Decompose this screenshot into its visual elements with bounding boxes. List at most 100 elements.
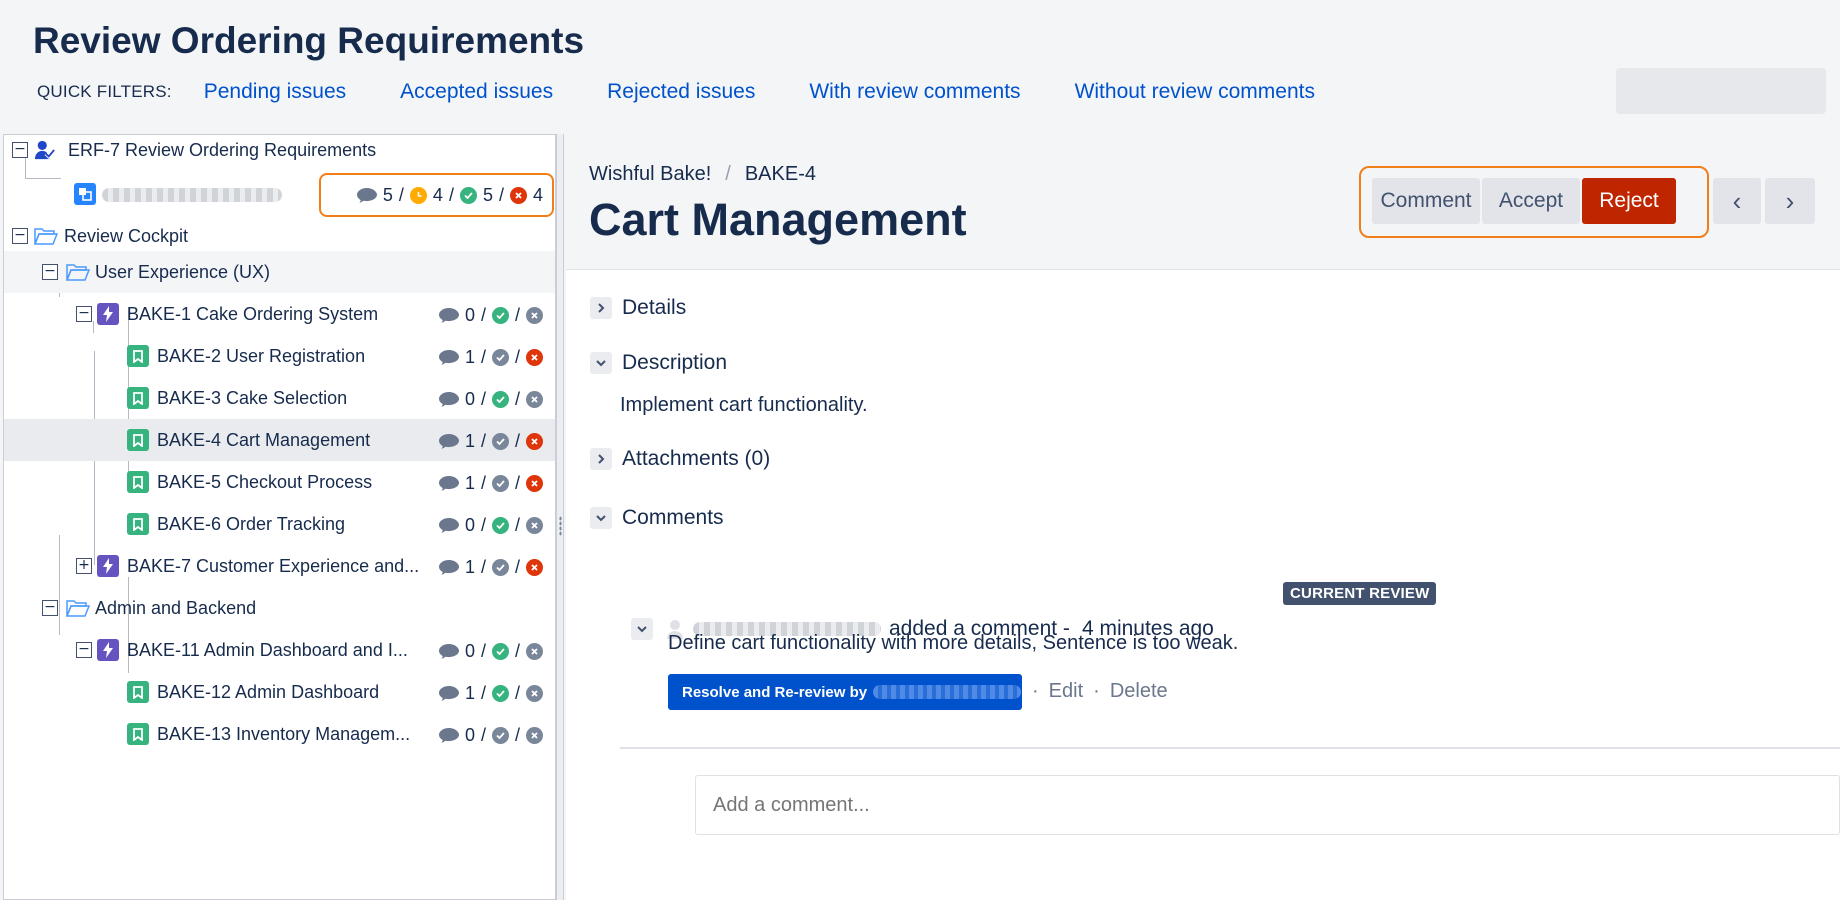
tree-item-bake-2[interactable]: BAKE-2 User Registration 1/ / (4, 335, 555, 377)
tree-item-bake-7[interactable]: + BAKE-7 Customer Experience and... 1/ / (4, 545, 555, 587)
accept-button[interactable]: Accept (1482, 178, 1580, 224)
breadcrumb-issue-key[interactable]: BAKE-4 (745, 163, 816, 186)
delete-comment-link[interactable]: Delete (1110, 680, 1168, 703)
collapse-icon[interactable]: − (76, 642, 92, 658)
add-comment-input[interactable] (695, 775, 1840, 835)
comment-icon (438, 434, 459, 449)
story-icon (127, 387, 149, 409)
expand-icon[interactable]: + (76, 558, 92, 574)
tree-item-label: BAKE-12 Admin Dashboard (157, 682, 380, 702)
tree-group-label: Admin and Backend (95, 598, 257, 618)
chevron-right-icon[interactable] (590, 297, 612, 319)
tree-item-bake-4[interactable]: BAKE-4 Cart Management 1/ / (4, 419, 555, 461)
tree-reviewer-row[interactable]: 5 / 4 / 5 / 4 (4, 173, 555, 217)
comment-icon (438, 728, 459, 743)
rejected-icon (526, 349, 543, 366)
breadcrumb-project[interactable]: Wishful Bake! (589, 163, 711, 186)
comment-icon (356, 188, 377, 203)
accepted-icon (459, 187, 477, 204)
tree-item-bake-12[interactable]: BAKE-12 Admin Dashboard 1/ / (4, 671, 555, 713)
tree-item-label: BAKE-11 Admin Dashboard and I... (127, 640, 408, 660)
folder-open-icon (66, 599, 90, 617)
tree-item-bake-11[interactable]: − BAKE-11 Admin Dashboard and I... 0/ / (4, 629, 555, 671)
rejected-icon (526, 559, 543, 576)
section-attachments-label: Attachments (0) (622, 447, 771, 470)
reject-inactive-icon (526, 727, 543, 744)
collapse-icon[interactable]: − (12, 228, 28, 244)
collapse-icon[interactable]: − (42, 264, 58, 280)
reject-inactive-icon (526, 643, 543, 660)
tree-item-label: BAKE-2 User Registration (157, 346, 366, 366)
section-description[interactable]: Description (590, 351, 727, 375)
story-icon (127, 681, 149, 703)
tree-group-row[interactable]: − Admin and Backend (4, 587, 555, 629)
comment-icon (438, 350, 459, 365)
divider (620, 747, 1840, 749)
filter-pending[interactable]: Pending issues (204, 80, 346, 104)
quick-filters: QUICK FILTERS: Pending issues Accepted i… (37, 80, 1369, 104)
accepted-icon (491, 391, 509, 408)
epic-icon (97, 639, 119, 661)
section-details[interactable]: Details (590, 296, 686, 320)
accepted-icon (491, 685, 509, 702)
section-comments[interactable]: Comments (590, 506, 724, 530)
reject-inactive-icon (526, 685, 543, 702)
tree-item-label: BAKE-1 Cake Ordering System (127, 304, 379, 324)
comment-icon (438, 476, 459, 491)
tree-root-row[interactable]: − ERF-7 Review Ordering Requirements (4, 135, 555, 171)
issue-header: Wishful Bake! / BAKE-4 Cart Management C… (566, 134, 1840, 270)
tree-item-label: BAKE-5 Checkout Process (157, 472, 373, 492)
collapse-icon[interactable]: − (42, 600, 58, 616)
item-stats: 1/ / (438, 683, 543, 704)
description-text: Implement cart functionality. (620, 394, 868, 416)
accept-inactive-icon (491, 475, 509, 492)
section-comments-label: Comments (622, 506, 724, 529)
tree-item-bake-5[interactable]: BAKE-5 Checkout Process 1/ / (4, 461, 555, 503)
filter-with-comments[interactable]: With review comments (809, 80, 1020, 104)
comment-icon (438, 560, 459, 575)
epic-icon (97, 303, 119, 325)
chevron-down-icon[interactable] (590, 352, 612, 374)
chevron-down-icon[interactable] (631, 618, 653, 640)
tree-item-bake-13[interactable]: BAKE-13 Inventory Managem... 0/ / (4, 713, 555, 755)
accepted-icon (491, 643, 509, 660)
reject-inactive-icon (526, 391, 543, 408)
issue-title: Cart Management (589, 194, 967, 245)
section-attachments[interactable]: Attachments (0) (590, 447, 770, 471)
filter-rejected[interactable]: Rejected issues (607, 80, 755, 104)
tree-item-label: BAKE-7 Customer Experience and... (127, 556, 420, 576)
filter-without-comments[interactable]: Without review comments (1075, 80, 1315, 104)
chevron-right-icon[interactable] (590, 448, 612, 470)
resolve-rereview-button[interactable]: Resolve and Re-review by (668, 674, 1022, 710)
root-stats: 5 / 4 / 5 / 4 (356, 185, 543, 206)
tree-item-bake-3[interactable]: BAKE-3 Cake Selection 0/ / (4, 377, 555, 419)
reject-button[interactable]: Reject (1582, 178, 1676, 224)
next-issue-button[interactable]: › (1765, 178, 1815, 224)
item-stats: 0/ / (438, 641, 543, 662)
tree-group-row[interactable]: − User Experience (UX) (4, 251, 555, 293)
comment-icon (438, 308, 459, 323)
collapse-icon[interactable]: − (76, 306, 92, 322)
comment-button[interactable]: Comment (1372, 178, 1480, 224)
drag-handle-icon[interactable] (559, 516, 562, 536)
epic-icon (97, 555, 119, 577)
collapse-icon[interactable]: − (12, 142, 28, 158)
accept-inactive-icon (491, 349, 509, 366)
item-stats: 0/ / (438, 725, 543, 746)
tree-item-label: BAKE-4 Cart Management (157, 430, 371, 450)
tree-root-label: ERF-7 Review Ordering Requirements (68, 140, 377, 160)
reviewer-name-blurred (873, 685, 1022, 699)
edit-comment-link[interactable]: Edit (1049, 680, 1083, 703)
filter-search-box[interactable] (1616, 68, 1826, 114)
tree-item-bake-6[interactable]: BAKE-6 Order Tracking 0/ / (4, 503, 555, 545)
quick-filters-label: QUICK FILTERS: (37, 82, 172, 101)
filter-accepted[interactable]: Accepted issues (400, 80, 553, 104)
tree-item-bake-1[interactable]: − BAKE-1 Cake Ordering System 0/ / (4, 293, 555, 335)
tree-item-label: BAKE-6 Order Tracking (157, 514, 346, 534)
reject-inactive-icon (526, 517, 543, 534)
prev-issue-button[interactable]: ‹ (1713, 178, 1761, 224)
item-stats: 0/ / (438, 515, 543, 536)
story-icon (127, 513, 149, 535)
panel-splitter[interactable] (556, 134, 564, 900)
chevron-down-icon[interactable] (590, 507, 612, 529)
